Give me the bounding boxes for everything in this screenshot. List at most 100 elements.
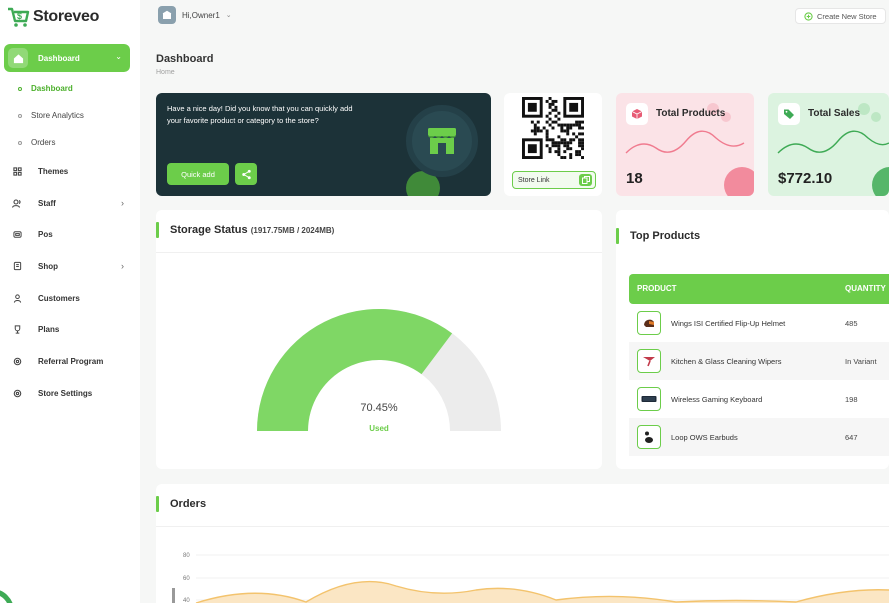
sidebar-item-label: Referral Program bbox=[38, 356, 104, 366]
sidebar-item-customers[interactable]: Customers bbox=[12, 293, 130, 303]
accent-bar bbox=[156, 222, 159, 238]
page-title: Dashboard bbox=[156, 53, 214, 65]
qr-code bbox=[522, 97, 584, 159]
chevron-down-icon: ⌄ bbox=[115, 52, 122, 61]
sidebar-item-referral-program[interactable]: Referral Program bbox=[12, 356, 130, 366]
product-quantity: 198 bbox=[845, 394, 858, 404]
bullet-icon bbox=[18, 113, 22, 118]
promo-card: Have a nice day! Did you know that you c… bbox=[156, 93, 491, 196]
divider bbox=[156, 526, 889, 527]
store-illustration-icon bbox=[406, 105, 478, 177]
gear-icon bbox=[12, 356, 22, 366]
user-icon bbox=[12, 293, 22, 303]
sidebar-item-label: Store Settings bbox=[38, 388, 93, 398]
grid-icon bbox=[12, 166, 22, 176]
sidebar-item-store-settings[interactable]: Store Settings bbox=[12, 388, 130, 398]
plus-circle-icon bbox=[804, 11, 813, 21]
product-quantity: 647 bbox=[845, 432, 858, 442]
brand-logo[interactable]: $ Storeveo bbox=[6, 6, 99, 28]
user-menu[interactable]: Hi,Owner1 ⌄ bbox=[158, 6, 232, 24]
chevron-right-icon: › bbox=[121, 261, 124, 271]
stat-value: $772.10 bbox=[778, 170, 833, 187]
y-axis-title bbox=[172, 588, 175, 603]
table-row[interactable]: Wireless Gaming Keyboard 198 bbox=[629, 380, 889, 418]
sidebar: $ Storeveo Dashboard ⌄ Dashboard Store A… bbox=[0, 0, 140, 603]
chevron-right-icon: › bbox=[121, 198, 124, 208]
store-link-label: Store Link bbox=[518, 176, 550, 184]
sidebar-subitem-label: Orders bbox=[31, 138, 56, 147]
sidebar-item-plans[interactable]: Plans bbox=[12, 324, 130, 334]
stat-title: Total Sales bbox=[808, 108, 861, 119]
stat-card-total-sales: Total Sales $772.10 bbox=[768, 93, 889, 196]
orders-card: Orders 80 60 40 bbox=[156, 484, 889, 603]
sidebar-item-pos[interactable]: Pos bbox=[12, 229, 130, 239]
sidebar-subitem-store-analytics[interactable]: Store Analytics bbox=[18, 111, 84, 120]
promo-text: Have a nice day! Did you know that you c… bbox=[167, 104, 353, 125]
sidebar-item-label: Customers bbox=[38, 293, 80, 303]
table-row[interactable]: Kitchen & Glass Cleaning Wipers In Varia… bbox=[629, 342, 889, 380]
y-tick-label: 40 bbox=[183, 598, 190, 603]
cart-logo-icon: $ bbox=[8, 7, 30, 27]
card-header: Top Products bbox=[616, 228, 700, 244]
bullet-icon bbox=[18, 86, 22, 91]
sidebar-item-dashboard[interactable]: Dashboard ⌄ bbox=[4, 44, 130, 72]
share-icon bbox=[241, 169, 251, 179]
top-products-card: Top Products PRODUCT QUANTITY Wings ISI … bbox=[616, 210, 889, 469]
stat-title: Total Products bbox=[656, 108, 726, 119]
product-name: Kitchen & Glass Cleaning Wipers bbox=[671, 356, 782, 366]
sidebar-item-label: Themes bbox=[38, 166, 69, 176]
y-tick-label: 80 bbox=[183, 553, 190, 559]
sidebar-item-themes[interactable]: Themes bbox=[12, 166, 130, 176]
helmet-icon bbox=[637, 311, 661, 335]
card-title: Orders bbox=[170, 498, 207, 510]
column-header-quantity: QUANTITY bbox=[845, 284, 886, 293]
storage-status-card: Storage Status (1917.75MB / 2024MB) 70.4… bbox=[156, 210, 602, 469]
product-name: Loop OWS Earbuds bbox=[671, 432, 738, 442]
avatar bbox=[158, 6, 176, 24]
copy-icon[interactable] bbox=[579, 174, 592, 186]
storage-title: Storage Status bbox=[170, 224, 248, 236]
create-store-button[interactable]: Create New Store bbox=[795, 8, 886, 24]
stat-value: 18 bbox=[626, 170, 643, 187]
orders-chart: 80 60 40 bbox=[172, 553, 889, 603]
pos-icon bbox=[12, 229, 22, 239]
table-header: PRODUCT QUANTITY bbox=[629, 274, 889, 304]
stat-card-total-products: Total Products 18 bbox=[616, 93, 754, 196]
product-quantity: In Variant bbox=[845, 356, 877, 366]
sidebar-subitem-label: Store Analytics bbox=[31, 111, 84, 120]
accent-bar bbox=[616, 228, 619, 244]
shop-icon bbox=[12, 261, 22, 271]
card-header: Storage Status (1917.75MB / 2024MB) bbox=[156, 222, 334, 238]
gauge-used-label: Used bbox=[369, 424, 389, 433]
table-row[interactable]: Loop OWS Earbuds 647 bbox=[629, 418, 889, 456]
brand-name: Storeveo bbox=[33, 8, 100, 25]
sidebar-subitem-label: Dashboard bbox=[31, 84, 73, 93]
sidebar-item-shop[interactable]: Shop › bbox=[12, 261, 130, 271]
column-header-product: PRODUCT bbox=[637, 284, 677, 293]
keyboard-icon bbox=[637, 387, 661, 411]
box-icon bbox=[626, 103, 648, 125]
table-row[interactable]: Wings ISI Certified Flip-Up Helmet 485 bbox=[629, 304, 889, 342]
product-name: Wings ISI Certified Flip-Up Helmet bbox=[671, 318, 786, 328]
home-icon bbox=[8, 48, 28, 68]
sidebar-item-label: Staff bbox=[38, 198, 56, 208]
product-quantity: 485 bbox=[845, 318, 858, 328]
share-button[interactable] bbox=[235, 163, 257, 185]
wiper-icon bbox=[637, 349, 661, 373]
chevron-down-icon: ⌄ bbox=[225, 12, 232, 19]
sidebar-subitem-dashboard[interactable]: Dashboard bbox=[18, 84, 73, 93]
sidebar-item-staff[interactable]: Staff › bbox=[12, 198, 130, 208]
decorative-corner bbox=[0, 589, 14, 603]
quick-add-button[interactable]: Quick add bbox=[167, 163, 229, 185]
svg-text:$: $ bbox=[17, 11, 22, 21]
sidebar-item-label: Pos bbox=[38, 229, 53, 239]
bullet-icon bbox=[18, 140, 22, 145]
tag-icon bbox=[778, 103, 800, 125]
create-store-label: Create New Store bbox=[817, 11, 877, 21]
sidebar-item-label: Dashboard bbox=[38, 53, 80, 63]
store-link-button[interactable]: Store Link bbox=[512, 171, 596, 189]
sidebar-subitem-orders[interactable]: Orders bbox=[18, 138, 55, 147]
gear-icon bbox=[12, 388, 22, 398]
trophy-icon bbox=[12, 324, 22, 334]
breadcrumb[interactable]: Home bbox=[156, 69, 175, 76]
